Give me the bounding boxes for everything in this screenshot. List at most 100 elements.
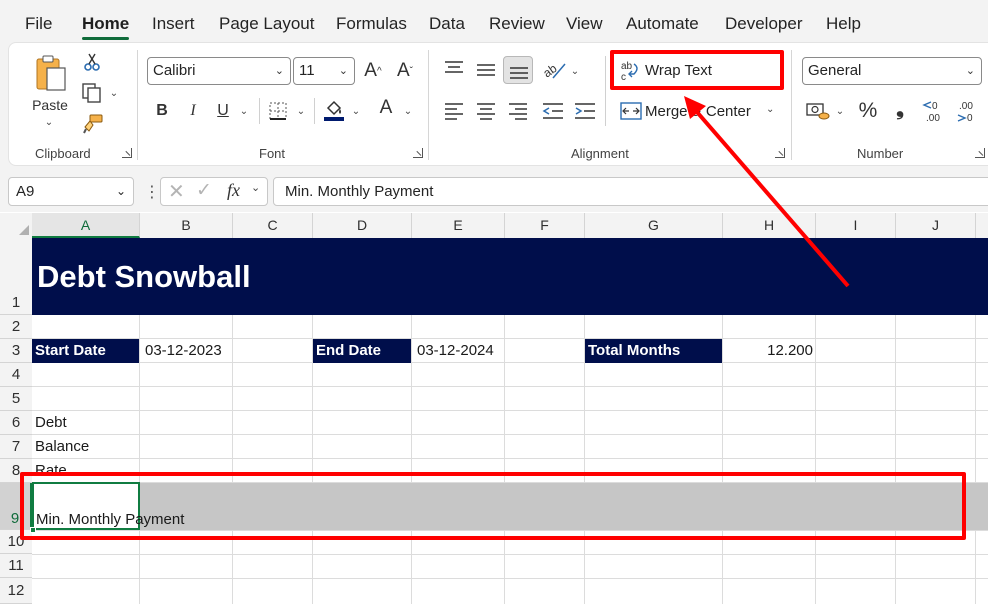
cancel-entry-icon[interactable]: ✕: [168, 179, 185, 204]
cell-a6[interactable]: Debt: [35, 411, 67, 435]
paste-button[interactable]: Paste: [30, 96, 70, 114]
menu-automate[interactable]: Automate: [626, 13, 699, 37]
column-header-b[interactable]: B: [140, 213, 233, 238]
font-launcher-icon[interactable]: [413, 148, 423, 158]
row-header-6[interactable]: 6: [0, 411, 32, 435]
column-header-f[interactable]: F: [505, 213, 585, 238]
row-header-4[interactable]: 4: [0, 363, 32, 387]
column-header-e[interactable]: E: [412, 213, 505, 238]
menu-formulas[interactable]: Formulas: [336, 13, 407, 37]
confirm-entry-icon[interactable]: ✓: [196, 179, 212, 202]
accounting-format-icon[interactable]: [806, 101, 830, 121]
svg-text:0: 0: [932, 101, 938, 112]
row-header-11[interactable]: 11: [0, 554, 32, 578]
bold-button[interactable]: B: [151, 98, 173, 124]
column-header-h[interactable]: H: [723, 213, 816, 238]
alignment-launcher-icon[interactable]: [775, 148, 785, 158]
decrease-decimal-icon[interactable]: .00 0: [955, 98, 983, 124]
menu-data[interactable]: Data: [429, 13, 465, 37]
column-header-c[interactable]: C: [233, 213, 313, 238]
copy-chevron-icon[interactable]: ⌄: [108, 86, 120, 100]
font-color-chevron-icon[interactable]: ⌄: [402, 104, 414, 118]
formula-input[interactable]: Min. Monthly Payment: [273, 177, 988, 206]
end-date-value[interactable]: 03-12-2024: [417, 339, 494, 363]
row-header-3[interactable]: 3: [0, 339, 32, 363]
align-center-icon[interactable]: [476, 102, 496, 120]
row-header-1[interactable]: 1: [0, 238, 32, 315]
formula-bar-grip-icon: ⋮: [144, 184, 160, 201]
menu-review[interactable]: Review: [489, 13, 545, 37]
svg-text:.00: .00: [959, 101, 973, 112]
menu-developer[interactable]: Developer: [725, 13, 803, 37]
percent-style-button[interactable]: %: [857, 98, 879, 124]
name-box[interactable]: A9 ⌄: [8, 177, 134, 206]
group-separator: [791, 50, 792, 160]
group-separator: [428, 50, 429, 160]
decrease-indent-icon[interactable]: [542, 102, 564, 120]
column-header-i[interactable]: I: [816, 213, 896, 238]
row-header-7[interactable]: 7: [0, 435, 32, 459]
total-months-value[interactable]: 12.200: [723, 339, 813, 363]
increase-font-size-button[interactable]: A ^: [362, 58, 384, 84]
comma-style-button[interactable]: ❟: [890, 96, 910, 122]
merge-center-label: Merge & Center: [645, 103, 751, 120]
underline-button[interactable]: U: [212, 98, 234, 124]
font-group-label: Font: [259, 146, 286, 161]
underline-chevron-icon[interactable]: ⌄: [238, 104, 250, 118]
font-separator: [259, 98, 260, 124]
column-header-j[interactable]: J: [896, 213, 976, 238]
fill-color-icon[interactable]: [323, 98, 345, 122]
menu-page-layout[interactable]: Page Layout: [219, 13, 314, 37]
row-header-12[interactable]: 12: [0, 578, 32, 604]
fill-color-chevron-icon[interactable]: ⌄: [350, 104, 362, 118]
menu-help[interactable]: Help: [826, 13, 861, 37]
gridline: [32, 434, 988, 435]
paste-icon[interactable]: [34, 54, 68, 92]
gridline: [32, 578, 988, 579]
column-header-d[interactable]: D: [313, 213, 412, 238]
italic-button[interactable]: I: [182, 98, 204, 124]
number-format-select[interactable]: General ⌄: [802, 57, 982, 85]
insert-function-button[interactable]: fx: [227, 180, 240, 201]
row-header-2[interactable]: 2: [0, 315, 32, 339]
borders-chevron-icon[interactable]: ⌄: [295, 104, 307, 118]
column-header-a[interactable]: A: [32, 213, 140, 238]
column-header-g[interactable]: G: [585, 213, 723, 238]
alignment-group-label: Alignment: [571, 146, 629, 161]
accounting-chevron-icon[interactable]: ⌄: [834, 104, 846, 118]
total-months-label[interactable]: Total Months: [585, 339, 722, 363]
select-all-corner[interactable]: [0, 213, 32, 238]
clipboard-launcher-icon[interactable]: [122, 148, 132, 158]
end-date-label[interactable]: End Date: [313, 339, 411, 363]
font-size-select[interactable]: 11 ⌄: [293, 57, 355, 85]
increase-decimal-icon[interactable]: 0 .00: [922, 98, 946, 124]
copy-icon[interactable]: [81, 82, 103, 104]
orientation-icon[interactable]: ab: [541, 58, 567, 80]
font-name-select[interactable]: Calibri ⌄: [147, 57, 291, 85]
orientation-chevron-icon[interactable]: ⌄: [569, 64, 581, 78]
increase-indent-icon[interactable]: [574, 102, 596, 120]
borders-icon[interactable]: [268, 101, 288, 121]
format-painter-icon[interactable]: [82, 113, 104, 135]
menu-file[interactable]: File: [25, 13, 52, 37]
cut-icon[interactable]: [83, 52, 101, 72]
bottom-align-button[interactable]: [503, 56, 533, 84]
start-date-label[interactable]: Start Date: [32, 339, 139, 363]
align-left-icon[interactable]: [444, 102, 464, 120]
top-align-icon[interactable]: [444, 60, 464, 76]
cell-a7[interactable]: Balance: [35, 435, 89, 459]
middle-align-icon[interactable]: [476, 62, 496, 78]
paste-chevron-icon[interactable]: ⌄: [42, 116, 56, 128]
font-color-button[interactable]: A: [376, 96, 396, 122]
menu-view[interactable]: View: [566, 13, 603, 37]
merge-center-button[interactable]: Merge & Center ⌄: [616, 98, 786, 126]
align-right-icon[interactable]: [508, 102, 528, 120]
row-header-5[interactable]: 5: [0, 387, 32, 411]
number-launcher-icon[interactable]: [975, 148, 985, 158]
menu-home[interactable]: Home: [82, 13, 130, 40]
menu-insert[interactable]: Insert: [152, 13, 195, 37]
gridline: [32, 554, 988, 555]
start-date-value[interactable]: 03-12-2023: [145, 339, 222, 363]
name-box-chevron-icon: ⌄: [115, 184, 126, 198]
decrease-font-size-button[interactable]: Aˇ: [394, 58, 416, 84]
